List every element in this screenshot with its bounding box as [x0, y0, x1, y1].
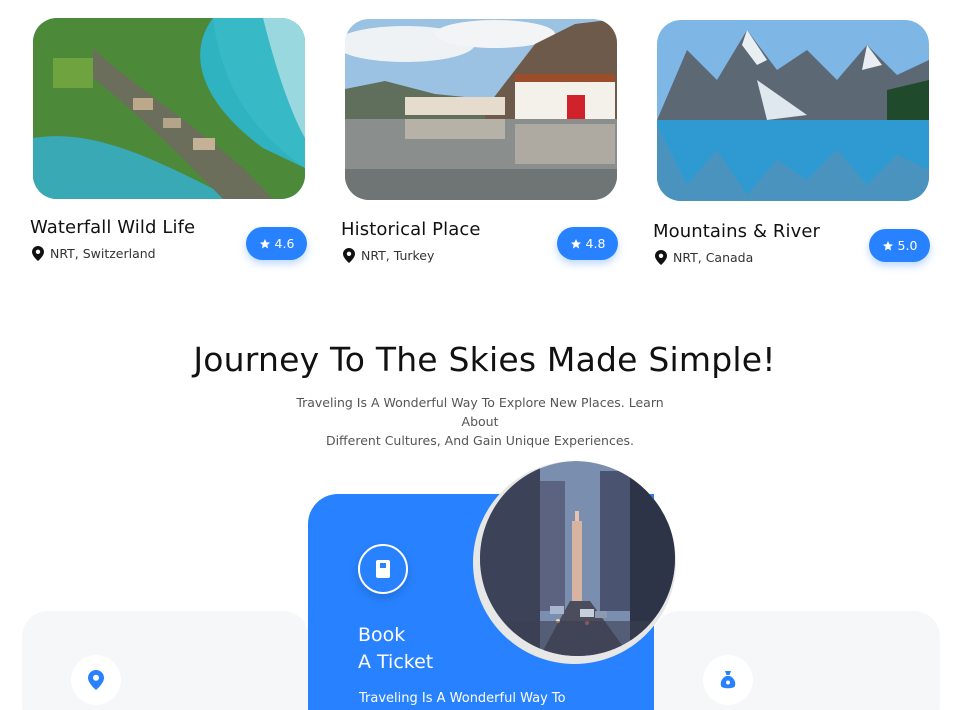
- city-photo-frame: [473, 461, 676, 664]
- location-text: NRT, Turkey: [361, 248, 435, 263]
- destination-location: NRT, Turkey: [343, 248, 434, 263]
- star-icon: [882, 240, 893, 250]
- feature-title: Book A Ticket: [358, 622, 478, 676]
- destination-location: NRT, Canada: [655, 250, 753, 265]
- rating-badge[interactable]: 4.8: [557, 227, 618, 260]
- service-icon-circle: [71, 655, 121, 705]
- page: Waterfall Wild Life NRT, Switzerland 4.6: [0, 0, 969, 710]
- subtitle-line: Different Cultures, And Gain Unique Expe…: [325, 433, 635, 448]
- destination-name: Mountains & River: [653, 221, 821, 242]
- location-pin-icon: [655, 250, 667, 265]
- feature-title-line: A Ticket: [358, 651, 434, 673]
- book-icon: [376, 560, 390, 578]
- rating-badge[interactable]: 5.0: [869, 229, 930, 262]
- section-title: Journey To The Skies Made Simple!: [193, 340, 776, 379]
- location-text: NRT, Switzerland: [50, 246, 156, 261]
- destination-photo-mountains[interactable]: [657, 20, 929, 201]
- rating-value: 5.0: [897, 238, 918, 253]
- map-marker-icon: [88, 670, 104, 690]
- subtitle-line: Traveling Is A Wonderful Way To Explore …: [296, 395, 664, 429]
- location-pin-icon: [343, 248, 355, 263]
- destination-photo-historical[interactable]: [345, 19, 617, 200]
- destination-name: Waterfall Wild Life: [30, 217, 196, 238]
- service-icon-circle: [703, 655, 753, 705]
- destination-location: NRT, Switzerland: [32, 246, 156, 261]
- service-card-payment[interactable]: [653, 611, 940, 710]
- feature-title-line: Book: [358, 624, 406, 646]
- service-card-location[interactable]: [22, 611, 309, 710]
- star-icon: [570, 238, 581, 248]
- location-text: NRT, Canada: [673, 250, 754, 265]
- section-subtitle: Traveling Is A Wonderful Way To Explore …: [280, 393, 680, 450]
- location-pin-icon: [32, 246, 44, 261]
- rating-badge[interactable]: 4.6: [246, 227, 307, 260]
- money-bag-icon: [720, 671, 736, 689]
- destination-photo-lake[interactable]: [33, 18, 305, 199]
- rating-value: 4.6: [274, 236, 295, 251]
- city-street-photo: [480, 461, 675, 656]
- star-icon: [259, 238, 270, 248]
- rating-value: 4.8: [585, 236, 606, 251]
- feature-icon-circle: [358, 544, 408, 594]
- destination-name: Historical Place: [341, 219, 481, 240]
- feature-description: Traveling Is A Wonderful Way To: [359, 691, 566, 706]
